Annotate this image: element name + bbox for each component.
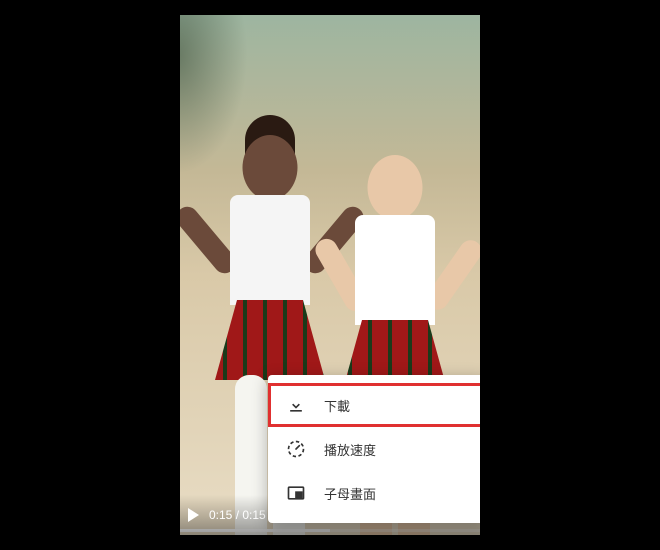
video-player[interactable]: 0:15 / 0:15 下載 播放速度 子母畫面 (180, 15, 480, 535)
menu-item-download[interactable]: 下載 (268, 383, 480, 427)
pip-icon (286, 483, 306, 503)
menu-item-speed[interactable]: 播放速度 (268, 427, 480, 471)
menu-item-pip[interactable]: 子母畫面 (268, 471, 480, 515)
menu-item-label: 子母畫面 (324, 484, 376, 503)
speed-icon (286, 439, 306, 459)
menu-item-label: 播放速度 (324, 440, 376, 459)
time-display: 0:15 / 0:15 (209, 508, 266, 522)
play-button[interactable] (188, 508, 199, 522)
menu-item-label: 下載 (324, 396, 350, 415)
context-menu: 下載 播放速度 子母畫面 (268, 375, 480, 523)
download-icon (286, 395, 306, 415)
